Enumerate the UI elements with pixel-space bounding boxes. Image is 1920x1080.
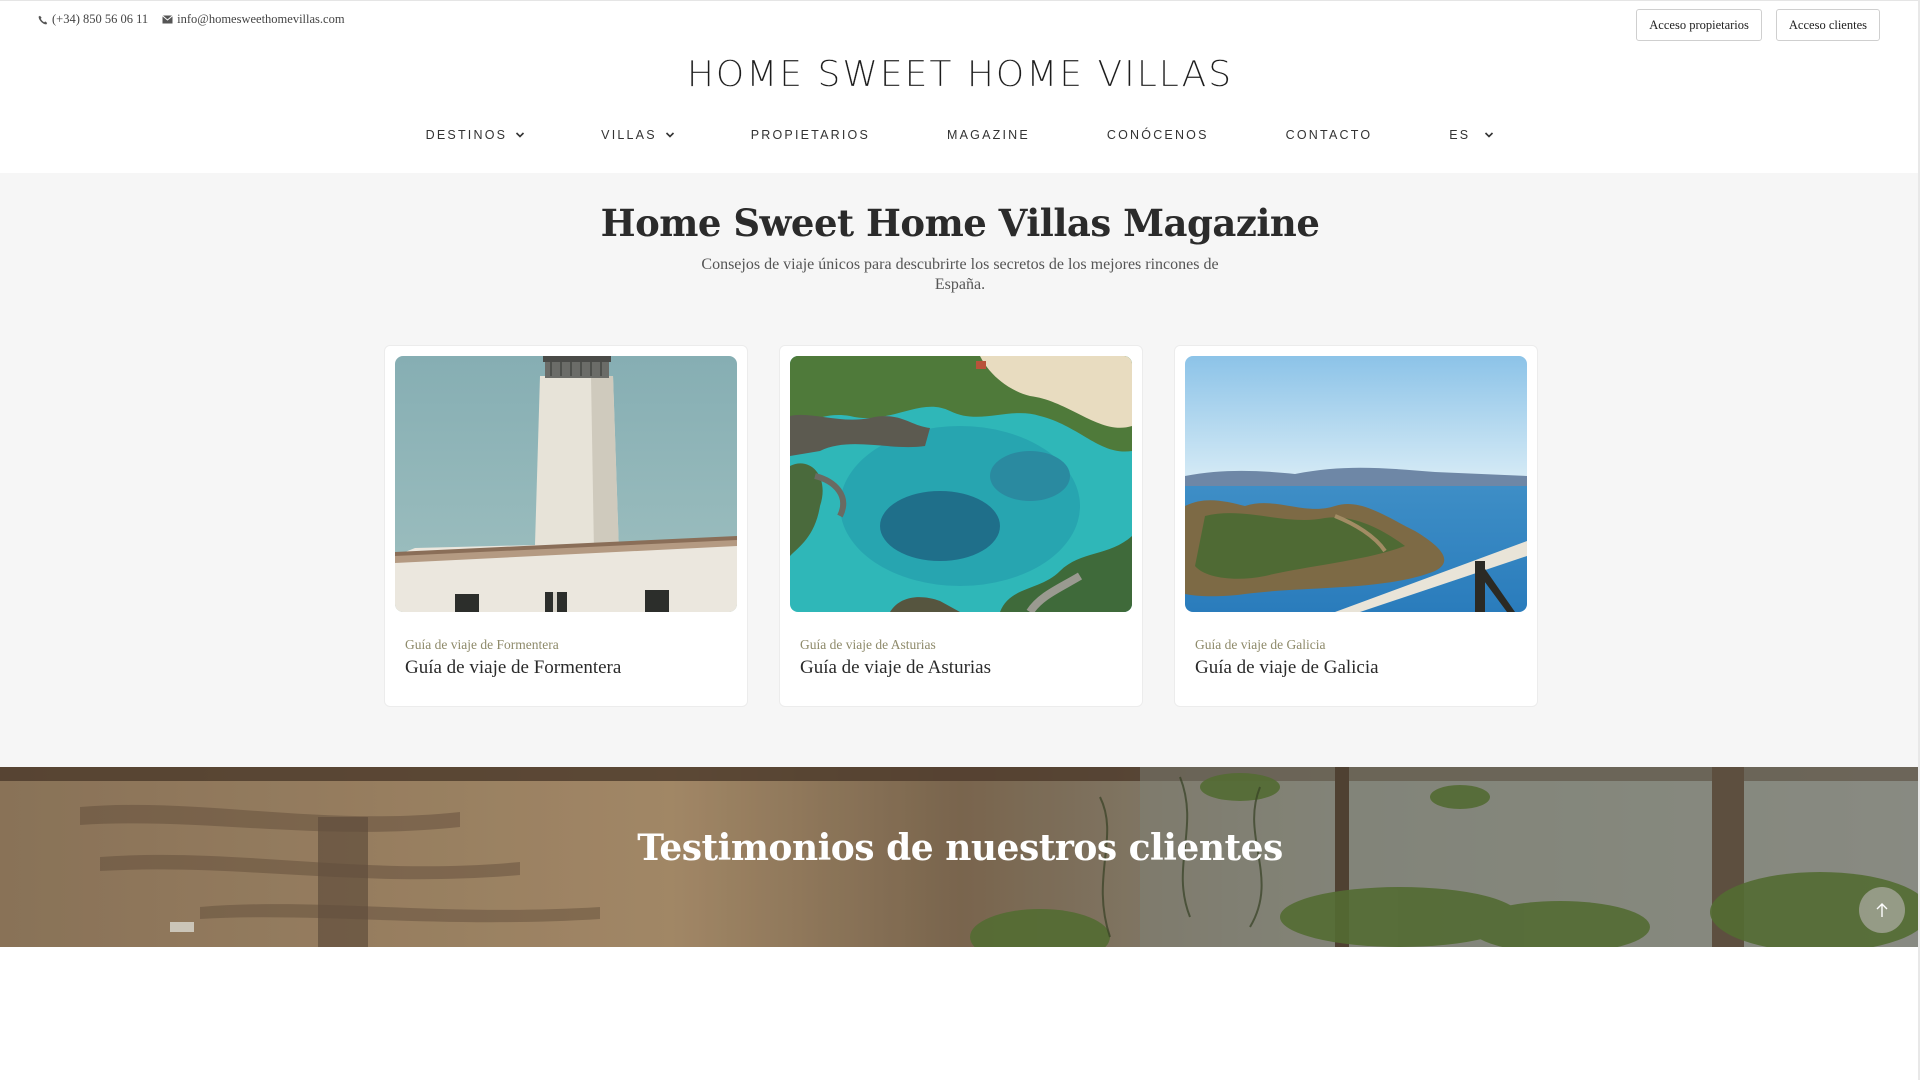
phone-number: (+34) 850 56 06 11 [52, 12, 149, 26]
email-link[interactable]: info@homesweethomevillas.com [162, 12, 345, 27]
testimonials-banner: Testimonios de nuestros clientes [0, 767, 1920, 947]
contact-info: (+34) 850 56 06 11 info@homesweethomevil… [38, 12, 345, 27]
article-category[interactable]: Guía de viaje de Asturias [800, 637, 1132, 653]
aerial-coast-photo[interactable] [790, 356, 1132, 612]
nav-item-propietarios[interactable]: PROPIETARIOS [751, 124, 870, 146]
island-coast-photo[interactable] [1185, 356, 1527, 612]
page-title: Home Sweet Home Villas Magazine [600, 201, 1320, 245]
testimonials-title: Testimonios de nuestros clientes [637, 827, 1283, 869]
nav-label: ES [1449, 128, 1471, 142]
article-title[interactable]: Guía de viaje de Galicia [1195, 657, 1527, 679]
top-bar: (+34) 850 56 06 11 info@homesweethomevil… [0, 0, 1920, 48]
phone-icon [38, 15, 48, 24]
nav-label: DESTINOS [425, 128, 508, 142]
chevron-down-icon [665, 132, 674, 138]
chevron-down-icon [516, 132, 525, 138]
main-nav: DESTINOS VILLAS PROPIETARIOS MAGAZINE CO… [0, 124, 1920, 146]
back-to-top-button[interactable] [1859, 887, 1905, 933]
lighthouse-photo[interactable] [395, 356, 737, 612]
page-subtitle: Consejos de viaje únicos para descubrirt… [701, 256, 1219, 293]
phone-link[interactable]: (+34) 850 56 06 11 [38, 12, 148, 27]
nav-label: VILLAS [601, 128, 657, 142]
article-card-galicia[interactable]: Guía de viaje de Galicia Guía de viaje d… [1174, 345, 1538, 707]
language-selector[interactable]: ES [1449, 124, 1494, 146]
nav-item-contacto[interactable]: CONTACTO [1286, 124, 1373, 146]
nav-label: CONÓCENOS [1106, 128, 1209, 142]
clients-access-button[interactable]: Acceso clientes [1775, 9, 1880, 41]
article-title[interactable]: Guía de viaje de Formentera [405, 657, 737, 679]
article-card-asturias[interactable]: Guía de viaje de Asturias Guía de viaje … [779, 345, 1143, 707]
owners-access-button[interactable]: Acceso propietarios [1636, 9, 1762, 41]
article-cards: Guía de viaje de Formentera Guía de viaj… [384, 345, 1538, 707]
access-buttons: Acceso propietarios Acceso clientes [1636, 9, 1880, 41]
site-logo[interactable]: HOME SWEET HOME VILLAS [0, 54, 1920, 95]
arrow-up-icon [1876, 903, 1888, 917]
article-category[interactable]: Guía de viaje de Formentera [405, 637, 737, 653]
chevron-down-icon [1485, 132, 1494, 138]
logo-text: HOME SWEET HOME VILLAS [686, 54, 1234, 95]
article-card-formentera[interactable]: Guía de viaje de Formentera Guía de viaj… [384, 345, 748, 707]
magazine-section: Home Sweet Home Villas Magazine Consejos… [0, 173, 1920, 767]
article-title[interactable]: Guía de viaje de Asturias [800, 657, 1132, 679]
nav-item-villas[interactable]: VILLAS [601, 124, 675, 146]
envelope-icon [162, 15, 173, 24]
nav-label: PROPIETARIOS [750, 128, 870, 142]
nav-item-conocenos[interactable]: CONÓCENOS [1107, 124, 1209, 146]
nav-item-destinos[interactable]: DESTINOS [426, 124, 526, 146]
nav-label: MAGAZINE [947, 128, 1030, 142]
article-category[interactable]: Guía de viaje de Galicia [1195, 637, 1527, 653]
email-address: info@homesweethomevillas.com [177, 12, 345, 26]
nav-item-magazine[interactable]: MAGAZINE [947, 124, 1030, 146]
nav-label: CONTACTO [1285, 128, 1373, 142]
